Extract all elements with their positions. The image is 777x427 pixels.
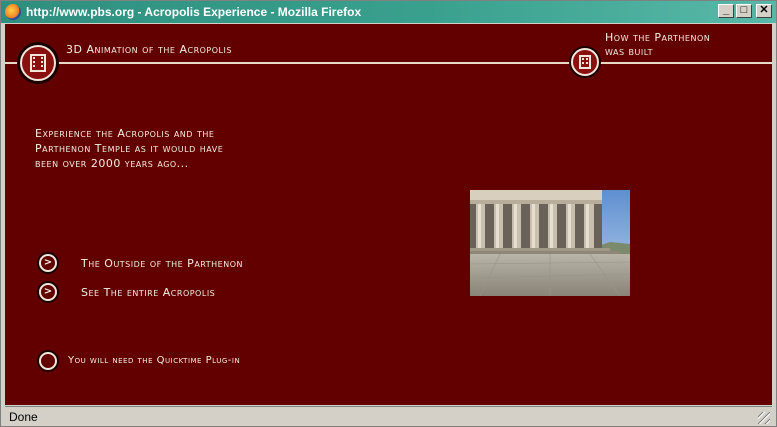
circle-icon [39, 352, 57, 370]
maximize-button[interactable]: □ [736, 4, 752, 18]
film-icon [579, 55, 591, 69]
animation-film-button[interactable] [17, 42, 59, 84]
parthenon-image [470, 190, 630, 296]
resize-grip[interactable] [758, 412, 770, 424]
chevron-right-icon: > [39, 283, 57, 301]
window-controls: _ □ ✕ [718, 4, 772, 18]
entire-acropolis-button[interactable]: > [37, 281, 59, 303]
header-right-line1: How the Parthenon [605, 31, 711, 44]
browser-window: http://www.pbs.org - Acropolis Experienc… [0, 0, 777, 427]
quicktime-plugin-button[interactable] [37, 350, 59, 372]
minimize-button[interactable]: _ [718, 4, 734, 18]
header-right-line2: was built [605, 45, 653, 58]
intro-line2: Parthenon Temple as it would have [35, 142, 224, 155]
intro-line3: been over 2000 years ago... [35, 157, 189, 170]
close-button[interactable]: ✕ [756, 4, 772, 18]
page-content: 3D Animation of the Acropolis How the Pa… [5, 24, 772, 405]
window-title: http://www.pbs.org - Acropolis Experienc… [26, 5, 362, 19]
outside-parthenon-button[interactable]: > [37, 252, 59, 274]
entire-acropolis-link[interactable]: See The entire Acropolis [81, 286, 215, 299]
chevron-right-icon: > [39, 254, 57, 272]
status-bar: Done [5, 406, 772, 426]
header-parthenon-built-link[interactable]: How the Parthenon was built [605, 31, 755, 59]
title-bar[interactable]: http://www.pbs.org - Acropolis Experienc… [1, 1, 776, 23]
intro-text: Experience the Acropolis and the Parthen… [35, 126, 325, 171]
parthenon-built-film-button[interactable] [569, 46, 601, 78]
film-icon [30, 54, 46, 72]
outside-parthenon-link[interactable]: The Outside of the Parthenon [81, 257, 243, 270]
header-divider [5, 62, 772, 64]
intro-line1: Experience the Acropolis and the [35, 127, 215, 140]
quicktime-plugin-note[interactable]: You will need the Quicktime Plug-in [68, 355, 240, 366]
firefox-icon [5, 4, 21, 20]
header-animation-link[interactable]: 3D Animation of the Acropolis [66, 43, 232, 56]
status-text: Done [9, 410, 38, 424]
